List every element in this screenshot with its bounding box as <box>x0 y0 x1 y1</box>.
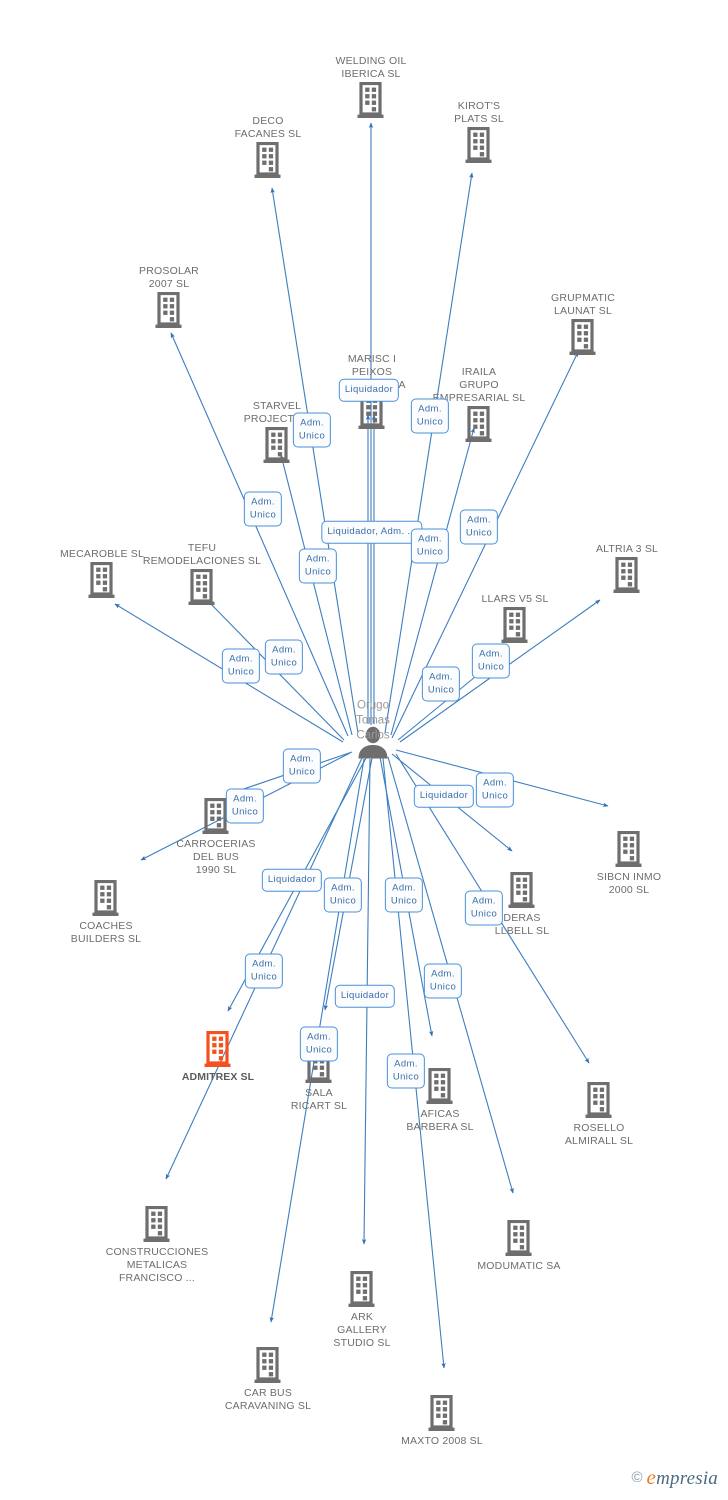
relation-badge-b-iraila[interactable]: Adm. Unico <box>410 398 450 434</box>
company-node-maxto[interactable]: MAXTO 2008 SL <box>357 1395 527 1448</box>
building-icon <box>204 1031 231 1067</box>
building-icon <box>585 1082 612 1118</box>
company-node-kirots[interactable]: KIROT'S PLATS SL <box>394 100 564 165</box>
relation-badge-b-grupmatic[interactable]: Adm. Unico <box>459 509 499 545</box>
company-node-construcciones[interactable]: CONSTRUCCIONES METALICAS FRANCISCO ... <box>72 1206 242 1285</box>
company-label-altria: ALTRIA 3 SL <box>595 543 659 555</box>
brand-initial: e <box>646 1465 657 1489</box>
relation-badge-b-deras[interactable]: Adm. Unico <box>464 890 504 926</box>
company-label-prosolar: PROSOLAR 2007 SL <box>139 265 199 290</box>
relation-badge-b-tefu[interactable]: Adm. Unico <box>243 491 283 527</box>
company-label-deco: DECO FACANES SL <box>234 115 302 140</box>
company-node-altria[interactable]: ALTRIA 3 SL <box>542 543 712 595</box>
company-label-maxto: MAXTO 2008 SL <box>401 1435 483 1447</box>
company-label-rosello: ROSELLO ALMIRALL SL <box>564 1122 634 1147</box>
company-node-deras[interactable]: DERAS LLBELL SL <box>437 872 607 938</box>
brand-wordmark: empresia <box>646 1465 718 1489</box>
empresia-logo: © empresia <box>631 1465 718 1489</box>
building-icon <box>188 569 215 605</box>
building-icon <box>348 1271 375 1307</box>
relation-badge-b-altria[interactable]: Adm. Unico <box>421 666 461 702</box>
building-icon <box>254 142 281 178</box>
company-label-welding: WELDING OIL IBERICA SL <box>335 55 407 80</box>
company-node-llars[interactable]: LLARS V5 SL <box>430 593 600 645</box>
company-label-grupmatic: GRUPMATIC LAUNAT SL <box>550 292 616 317</box>
building-icon <box>569 319 596 355</box>
relation-badge-b-liq-mid[interactable]: Liquidador <box>334 984 396 1008</box>
building-icon <box>501 607 528 643</box>
company-label-llars: LLARS V5 SL <box>481 593 549 605</box>
company-node-ark[interactable]: ARK GALLERY STUDIO SL <box>277 1271 447 1350</box>
relation-badge-b-liq-left[interactable]: Liquidador <box>261 868 323 892</box>
company-label-ark: ARK GALLERY STUDIO SL <box>333 1311 391 1349</box>
company-node-deco[interactable]: DECO FACANES SL <box>183 115 353 180</box>
person-label: Orugo Tomas Carlos <box>356 699 390 742</box>
company-node-starvel[interactable]: STARVEL PROJECT SL <box>192 400 362 465</box>
building-icon <box>505 1220 532 1256</box>
building-icon <box>465 406 492 442</box>
company-node-mecaroble[interactable]: MECAROBLE SL <box>17 548 187 600</box>
company-label-starvel: STARVEL PROJECT SL <box>243 400 310 425</box>
company-node-grupmatic[interactable]: GRUPMATIC LAUNAT SL <box>498 292 668 357</box>
relation-badge-b-marisci[interactable]: Liquidador <box>338 378 400 402</box>
company-node-prosolar[interactable]: PROSOLAR 2007 SL <box>84 265 254 330</box>
ownership-network-diagram: WELDING OIL IBERICA SL DECO FACANES SL KIR… <box>0 0 728 1500</box>
company-node-coaches[interactable]: COACHES BUILDERS SL <box>21 880 191 946</box>
relation-badge-b-ark[interactable]: Adm. Unico <box>384 877 424 913</box>
company-node-carbus[interactable]: CAR BUS CARAVANING SL <box>183 1347 353 1413</box>
copyright-icon: © <box>631 1469 643 1486</box>
relation-badge-b-sibcn[interactable]: Adm. Unico <box>475 772 515 808</box>
building-icon <box>426 1068 453 1104</box>
person-node-orugo-tomas-carlos[interactable]: Orugo Tomas Carlos <box>313 700 433 768</box>
relation-badge-b-carbus[interactable]: Adm. Unico <box>299 1026 339 1062</box>
company-label-construcciones: CONSTRUCCIONES METALICAS FRANCISCO ... <box>105 1246 209 1284</box>
relation-badge-b-sala[interactable]: Adm. Unico <box>323 877 363 913</box>
relation-badge-b-mecaroble[interactable]: Adm. Unico <box>298 548 338 584</box>
relation-badge-b-prosolar[interactable]: Adm. Unico <box>264 639 304 675</box>
company-label-aficas: AFICAS BARBERA SL <box>406 1108 474 1133</box>
company-label-kirots: KIROT'S PLATS SL <box>454 100 504 125</box>
building-icon <box>508 872 535 908</box>
company-node-carrocerias[interactable]: CARROCERIAS DEL BUS 1990 SL <box>131 798 301 877</box>
relation-badge-b-aficas[interactable]: Adm. Unico <box>386 1053 426 1089</box>
relation-badge-b-aficas2[interactable]: Adm. Unico <box>423 963 463 999</box>
building-icon <box>465 127 492 163</box>
relation-badge-b-llars[interactable]: Adm. Unico <box>471 643 511 679</box>
company-label-deras: DERAS LLBELL SL <box>494 912 550 937</box>
building-icon <box>155 292 182 328</box>
relation-badge-b-liq-right[interactable]: Liquidador <box>413 784 475 808</box>
company-label-carbus: CAR BUS CARAVANING SL <box>224 1387 312 1412</box>
building-icon <box>613 557 640 593</box>
relation-badge-b-carr2[interactable]: Adm. Unico <box>225 788 265 824</box>
brand-text: mpresia <box>656 1468 718 1489</box>
building-icon <box>428 1395 455 1431</box>
company-label-coaches: COACHES BUILDERS SL <box>70 920 142 945</box>
relation-badge-b-starvel[interactable]: Adm. Unico <box>292 412 332 448</box>
building-icon <box>92 880 119 916</box>
company-label-mecaroble: MECAROBLE SL <box>59 548 145 560</box>
relation-badge-b-deco[interactable]: Adm. Unico <box>221 648 261 684</box>
edge-to-kirots <box>384 172 474 734</box>
building-icon <box>615 831 642 867</box>
edge-to-starvel <box>280 454 353 736</box>
company-node-rosello[interactable]: ROSELLO ALMIRALL SL <box>514 1082 684 1148</box>
relation-badge-b-center-up[interactable]: Liquidador, Adm. ... <box>321 520 423 544</box>
relation-badge-b-altria2[interactable]: Adm. Unico <box>410 528 450 564</box>
building-icon <box>254 1347 281 1383</box>
company-node-modumatic[interactable]: MODUMATIC SA <box>434 1220 604 1273</box>
relation-badge-b-admitrex[interactable]: Adm. Unico <box>244 953 284 989</box>
building-icon <box>263 427 290 463</box>
building-icon <box>88 562 115 598</box>
company-node-aficas[interactable]: AFICAS BARBERA SL <box>355 1068 525 1134</box>
building-icon <box>143 1206 170 1242</box>
building-icon <box>357 82 384 118</box>
company-label-modumatic: MODUMATIC SA <box>477 1260 561 1272</box>
